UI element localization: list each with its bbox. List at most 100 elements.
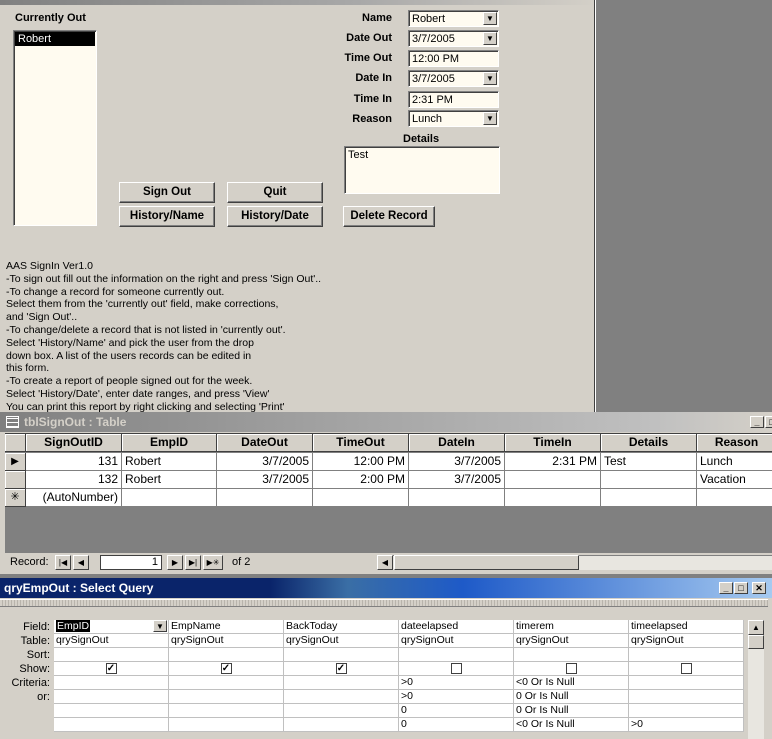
table-cell[interactable]: qrySignOut xyxy=(169,634,284,648)
restore-icon[interactable]: □ xyxy=(734,582,748,594)
vertical-scrollbar[interactable]: ▲ xyxy=(748,620,764,739)
field-cell[interactable]: timeelapsed xyxy=(629,620,744,634)
record-selector[interactable] xyxy=(5,471,26,489)
history-name-button[interactable]: History/Name xyxy=(119,206,215,227)
table-cell[interactable]: 3/7/2005 xyxy=(409,471,505,489)
field-cell[interactable]: dateelapsed xyxy=(399,620,514,634)
date-in-combo[interactable]: 3/7/2005 ▼ xyxy=(408,70,499,87)
pane-splitter[interactable] xyxy=(0,599,768,607)
table-cell[interactable] xyxy=(505,489,601,507)
sign-out-button[interactable]: Sign Out xyxy=(119,182,215,203)
sort-cell[interactable] xyxy=(54,648,169,662)
dropdown-arrow-icon[interactable]: ▼ xyxy=(483,32,497,45)
criteria-cell[interactable]: <0 Or Is Null xyxy=(514,676,629,690)
table-cell[interactable]: Robert xyxy=(122,453,217,471)
table-cell[interactable] xyxy=(313,489,409,507)
reason-combo[interactable]: Lunch ▼ xyxy=(408,110,499,127)
table-cell[interactable]: Lunch xyxy=(697,453,772,471)
currently-out-list[interactable]: Robert xyxy=(13,30,97,226)
table-cell[interactable]: 2:31 PM xyxy=(505,453,601,471)
restore-icon[interactable]: □ xyxy=(765,416,772,428)
criteria-cell[interactable]: 0 xyxy=(399,718,514,732)
table-cell[interactable]: Test xyxy=(601,453,697,471)
next-record-icon[interactable]: ▶ xyxy=(167,555,183,570)
criteria-cell[interactable] xyxy=(54,676,169,690)
new-record-nav-icon[interactable]: ▶✳ xyxy=(203,555,223,570)
table-cell[interactable]: 12:00 PM xyxy=(313,453,409,471)
sort-cell[interactable] xyxy=(399,648,514,662)
criteria-cell[interactable] xyxy=(169,704,284,718)
column-header[interactable]: Reason xyxy=(697,434,772,452)
table-cell[interactable]: qrySignOut xyxy=(399,634,514,648)
column-header[interactable]: TimeIn xyxy=(505,434,601,452)
quit-button[interactable]: Quit xyxy=(227,182,323,203)
table-cell[interactable] xyxy=(601,489,697,507)
table-cell[interactable]: 132 xyxy=(26,471,122,489)
criteria-cell[interactable] xyxy=(54,718,169,732)
table-cell[interactable]: (AutoNumber) xyxy=(26,489,122,507)
criteria-cell[interactable] xyxy=(284,704,399,718)
show-checkbox[interactable]: ✓ xyxy=(220,663,232,674)
sort-cell[interactable] xyxy=(284,648,399,662)
table-cell[interactable] xyxy=(697,489,772,507)
show-checkbox[interactable]: ✓ xyxy=(105,663,117,674)
delete-record-button[interactable]: Delete Record xyxy=(343,206,435,227)
table-cell[interactable]: qrySignOut xyxy=(629,634,744,648)
show-checkbox[interactable] xyxy=(565,663,577,674)
minimize-icon[interactable]: _ xyxy=(719,582,733,594)
column-header[interactable]: DateOut xyxy=(217,434,313,452)
sort-cell[interactable] xyxy=(514,648,629,662)
table-cell[interactable]: 3/7/2005 xyxy=(217,453,313,471)
current-record-icon[interactable]: ▶ xyxy=(5,453,26,471)
table-cell[interactable]: 3/7/2005 xyxy=(217,471,313,489)
criteria-cell[interactable] xyxy=(54,704,169,718)
column-header[interactable]: EmpID xyxy=(122,434,217,452)
criteria-cell[interactable] xyxy=(284,718,399,732)
criteria-cell[interactable]: <0 Or Is Null xyxy=(514,718,629,732)
dropdown-arrow-icon[interactable]: ▼ xyxy=(153,620,167,632)
table-cell[interactable]: 131 xyxy=(26,453,122,471)
table-cell[interactable] xyxy=(601,471,697,489)
criteria-cell[interactable] xyxy=(284,690,399,704)
horizontal-scrollbar[interactable]: ◀ xyxy=(377,555,772,570)
show-checkbox[interactable]: ✓ xyxy=(335,663,347,674)
criteria-cell[interactable] xyxy=(629,690,744,704)
select-all-cell[interactable] xyxy=(5,434,26,452)
table-cell[interactable]: qrySignOut xyxy=(54,634,169,648)
date-out-combo[interactable]: 3/7/2005 ▼ xyxy=(408,30,499,47)
close-icon[interactable]: ✕ xyxy=(752,582,766,594)
column-header[interactable]: Details xyxy=(601,434,697,452)
criteria-cell[interactable] xyxy=(284,676,399,690)
sort-cell[interactable] xyxy=(169,648,284,662)
table-cell[interactable]: Vacation xyxy=(697,471,772,489)
table-cell[interactable]: qrySignOut xyxy=(514,634,629,648)
criteria-cell[interactable]: >0 xyxy=(629,718,744,732)
column-header[interactable]: DateIn xyxy=(409,434,505,452)
scroll-thumb[interactable] xyxy=(394,555,579,570)
last-record-icon[interactable]: ▶| xyxy=(185,555,201,570)
details-textarea[interactable]: Test xyxy=(344,146,500,194)
criteria-cell[interactable] xyxy=(169,676,284,690)
criteria-cell[interactable] xyxy=(169,718,284,732)
dropdown-arrow-icon[interactable]: ▼ xyxy=(483,12,497,25)
table-cell[interactable] xyxy=(122,489,217,507)
show-checkbox[interactable] xyxy=(450,663,462,674)
time-out-field[interactable]: 12:00 PM xyxy=(408,50,499,67)
criteria-cell[interactable] xyxy=(169,690,284,704)
name-combo[interactable]: Robert ▼ xyxy=(408,10,499,27)
criteria-cell[interactable] xyxy=(54,690,169,704)
table-cell[interactable]: qrySignOut xyxy=(284,634,399,648)
dropdown-arrow-icon[interactable]: ▼ xyxy=(483,72,497,85)
criteria-cell[interactable]: >0 xyxy=(399,690,514,704)
table-cell[interactable] xyxy=(409,489,505,507)
scroll-left-icon[interactable]: ◀ xyxy=(377,555,393,570)
new-record-row[interactable]: ✳ (AutoNumber) xyxy=(5,489,772,507)
field-cell[interactable]: timerem xyxy=(514,620,629,634)
show-checkbox[interactable] xyxy=(680,663,692,674)
scroll-thumb[interactable] xyxy=(748,635,764,649)
currently-out-item[interactable]: Robert xyxy=(15,32,95,46)
column-header[interactable]: TimeOut xyxy=(313,434,409,452)
criteria-cell[interactable] xyxy=(629,704,744,718)
table-cell[interactable]: Robert xyxy=(122,471,217,489)
first-record-icon[interactable]: |◀ xyxy=(55,555,71,570)
